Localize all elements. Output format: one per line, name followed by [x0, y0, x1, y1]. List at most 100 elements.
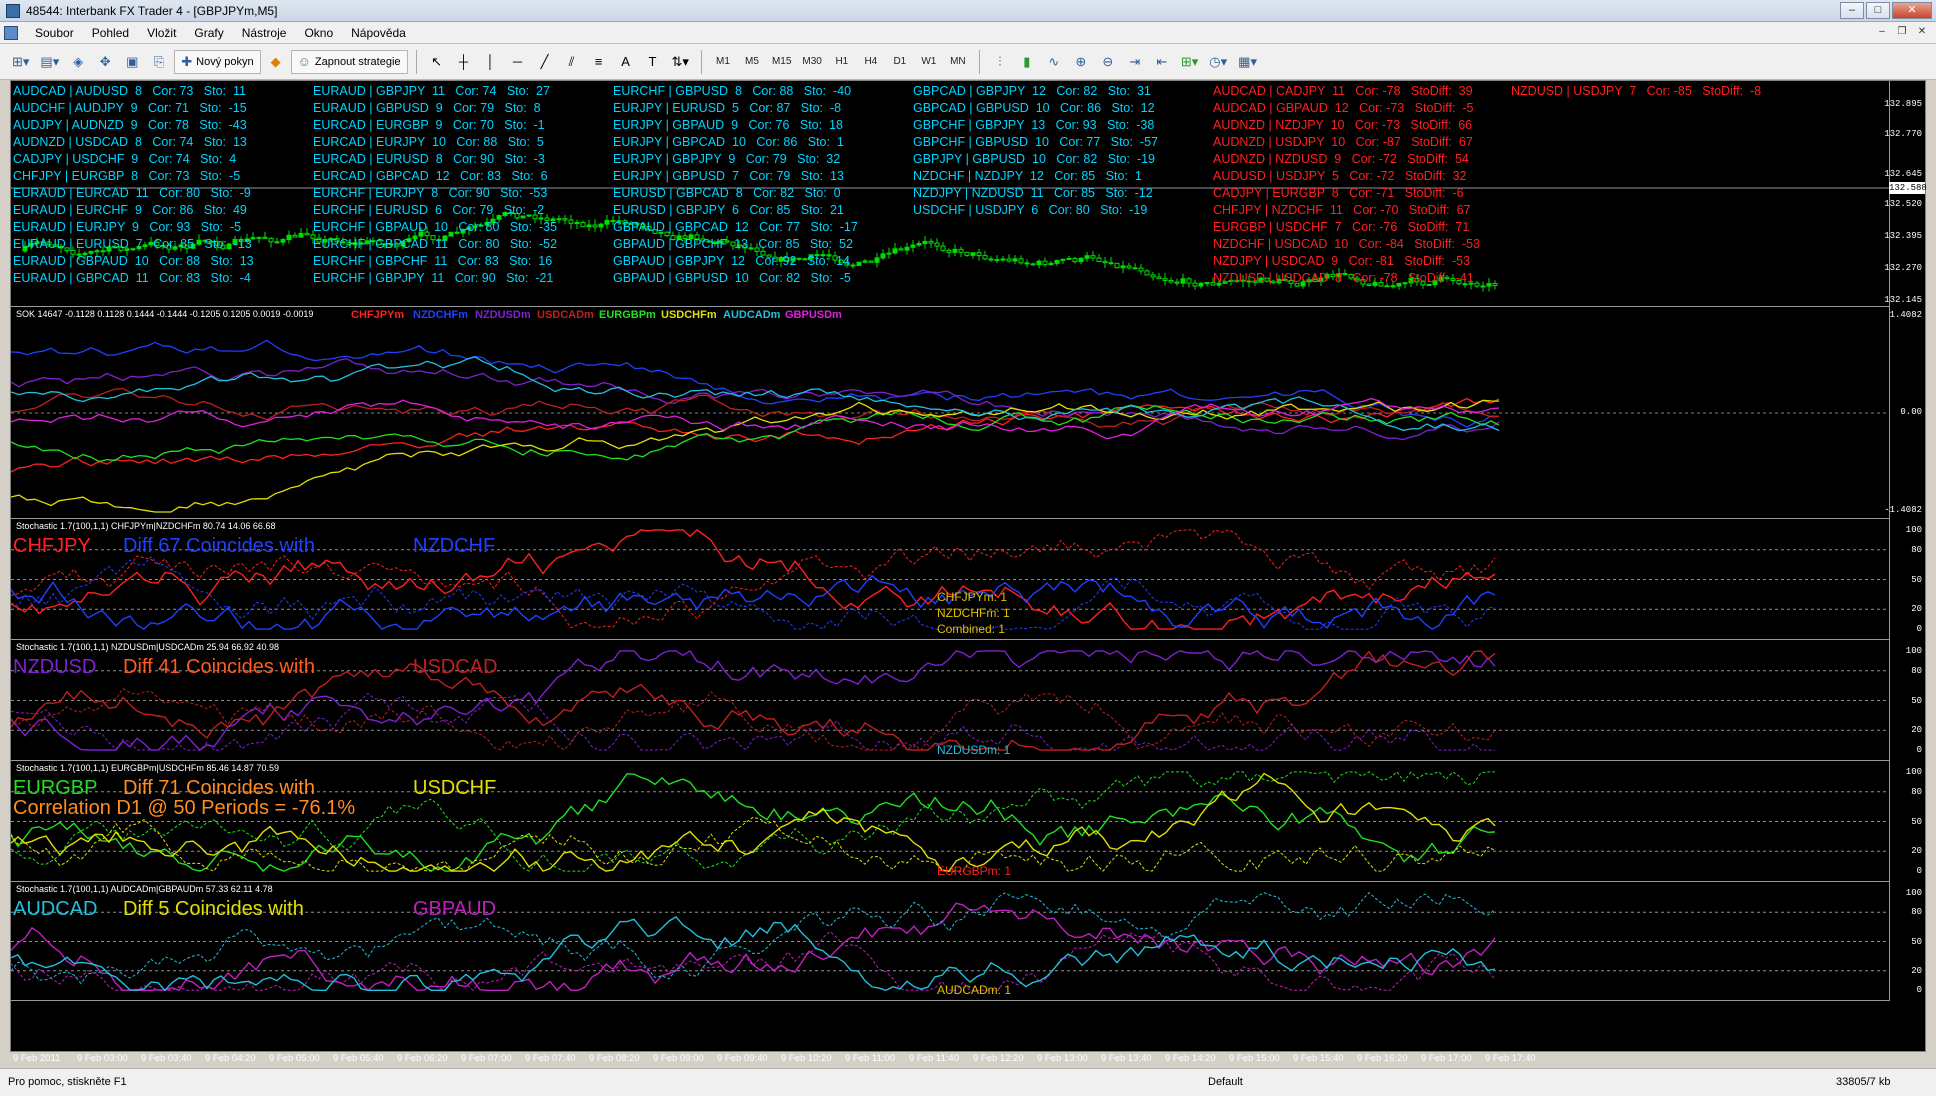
chart-window-icon[interactable]: [4, 25, 18, 40]
line-chart-button[interactable]: ∿: [1042, 50, 1066, 74]
chart-window[interactable]: AUDCAD | AUDUSD 8 Cor: 73 Sto: 11 AUDCHF …: [10, 80, 1927, 1064]
mdi-close-button[interactable]: ✕: [1914, 25, 1930, 40]
periods-button[interactable]: ◷▾: [1205, 50, 1231, 74]
timeframe-m15[interactable]: M15: [768, 50, 795, 74]
maximize-button[interactable]: □: [1866, 2, 1890, 19]
toolbar-separator: [978, 49, 980, 74]
stochastic-pane[interactable]: Stochastic 1.7(100,1,1) NZDUSDm|USDCADm …: [11, 640, 1891, 761]
bar-chart-button[interactable]: ⫶: [988, 50, 1012, 74]
text-tool[interactable]: A: [614, 50, 638, 74]
trendline-tool[interactable]: ╱: [533, 50, 557, 74]
expert-advisors-button[interactable]: ☺ Zapnout strategie: [290, 49, 408, 74]
correlation-row: AUDNZD | NZDJPY 10 Cor: -73 StoDiff: 66: [1213, 118, 1473, 132]
coincides-label: Diff 5 Coincides with: [123, 898, 304, 920]
autoscroll-icon: ⇥: [1129, 53, 1141, 69]
zoom-in-button[interactable]: ⊕: [1069, 50, 1093, 74]
menu-help[interactable]: Nápověda: [342, 26, 415, 40]
candlestick-icon: ▮: [1023, 53, 1031, 69]
menu-tools[interactable]: Nástroje: [233, 26, 296, 40]
label-tool[interactable]: T: [641, 50, 665, 74]
stochastic-level: 100: [1905, 645, 1922, 656]
candle-body: [1486, 283, 1492, 287]
status-note: NZDCHFm: 1: [937, 606, 1010, 620]
time-label: 9 Feb 09:40: [717, 1053, 768, 1064]
correlation-row: AUDCHF | AUDJPY 9 Cor: 71 Sto: -15: [13, 101, 247, 115]
candle-body: [1120, 265, 1126, 269]
timeframe-h4[interactable]: H4: [858, 50, 884, 74]
stochastic-pane[interactable]: Stochastic 1.7(100,1,1) AUDCADm|GBPAUDm …: [11, 882, 1891, 1001]
correlation-row: NZDUSD | USDJPY 7 Cor: -85 StoDiff: -8: [1511, 84, 1762, 98]
timeframe-m5[interactable]: M5: [739, 50, 765, 74]
price-pane[interactable]: AUDCAD | AUDUSD 8 Cor: 73 Sto: 11 AUDCHF …: [11, 81, 1891, 307]
autoscroll-button[interactable]: ⇥: [1123, 50, 1147, 74]
status-note: Combined: 1: [937, 622, 1006, 636]
correlation-column-2: EURAUD | GBPJPY 11 Cor: 74 Sto: 27 EURAUD…: [313, 83, 557, 287]
candle-body: [556, 218, 562, 221]
correlation-row: EURJPY | GBPAUD 9 Cor: 76 Sto: 18: [613, 118, 843, 132]
market-watch-button[interactable]: ◈: [66, 50, 90, 74]
candle-body: [1012, 258, 1018, 262]
menu-file[interactable]: Soubor: [26, 26, 83, 40]
stochastic-level: 50: [1911, 574, 1922, 585]
app-icon: [6, 3, 20, 18]
candle-body: [952, 248, 958, 253]
vertical-line-tool[interactable]: │: [479, 50, 503, 74]
stochastic-level: 0: [1916, 745, 1922, 756]
profiles-icon: ▤▾: [40, 53, 60, 69]
templates-button[interactable]: ▦▾: [1234, 50, 1261, 74]
arrows-tool[interactable]: ⇅▾: [668, 50, 693, 74]
profiles-button[interactable]: ▤▾: [36, 50, 63, 74]
time-label: 9 Feb 15:40: [1293, 1053, 1344, 1064]
time-label: 9 Feb 14:20: [1165, 1053, 1216, 1064]
stochastic-level: 100: [1905, 524, 1922, 535]
correlation-row: EURUSD | GBPCAD 8 Cor: 82 Sto: 0: [613, 186, 841, 200]
timeframe-h1[interactable]: H1: [829, 50, 855, 74]
tester-button[interactable]: ⎘: [147, 50, 171, 74]
menu-view[interactable]: Pohled: [83, 26, 138, 40]
menu-insert[interactable]: Vložit: [138, 26, 185, 40]
stochastic-pane[interactable]: Stochastic 1.7(100,1,1) EURGBPm|USDCHFm …: [11, 761, 1891, 882]
menu-window[interactable]: Okno: [295, 26, 342, 40]
new-order-button[interactable]: ✚ Nový pokyn: [174, 49, 261, 74]
zoom-out-button[interactable]: ⊖: [1096, 50, 1120, 74]
terminal-button[interactable]: ▣: [120, 50, 144, 74]
time-axis: 9 Feb 2011 9 Feb 03:00 9 Feb 03:40 9 Feb 04…: [11, 1053, 1891, 1067]
templates-icon: ▦▾: [1238, 53, 1257, 69]
minimize-button[interactable]: –: [1840, 2, 1864, 19]
candlestick-button[interactable]: ▮: [1015, 50, 1039, 74]
pair-2-label: GBPAUD: [413, 898, 496, 920]
timeframe-m30[interactable]: M30: [798, 50, 825, 74]
timeframe-m1[interactable]: M1: [710, 50, 736, 74]
menu-charts[interactable]: Grafy: [185, 26, 232, 40]
metaeditor-button[interactable]: ◆: [264, 50, 288, 74]
indicators-button[interactable]: ⊞▾: [1177, 50, 1202, 74]
candle-body: [1168, 279, 1174, 283]
channel-tool[interactable]: ⫽: [560, 50, 584, 74]
new-chart-button[interactable]: ⊞▾: [8, 50, 33, 74]
navigator-button[interactable]: ✥: [93, 50, 117, 74]
horizontal-line-tool[interactable]: ─: [506, 50, 530, 74]
candle-body: [1024, 262, 1030, 265]
timeframe-d1[interactable]: D1: [887, 50, 913, 74]
stochastic-series-line: [11, 556, 1496, 630]
sok-indicator-pane[interactable]: SOK 14647 -0.1128 0.1128 0.1444 -0.1444 …: [11, 307, 1891, 519]
crosshair-tool[interactable]: ┼: [452, 50, 476, 74]
mdi-minimize-button[interactable]: –: [1874, 25, 1890, 40]
timeframe-w1[interactable]: W1: [916, 50, 942, 74]
time-label: 9 Feb 11:40: [909, 1053, 960, 1064]
close-button[interactable]: ✕: [1892, 2, 1932, 19]
status-bar: Pro pomoc, stiskněte F1 Default 33805/7 …: [0, 1068, 1936, 1096]
fibonacci-tool[interactable]: ≡: [587, 50, 611, 74]
candle-body: [970, 252, 976, 256]
mdi-restore-button[interactable]: ❐: [1894, 25, 1910, 40]
candle-body: [256, 236, 262, 239]
chart-shift-button[interactable]: ⇤: [1150, 50, 1174, 74]
stochastic-pane[interactable]: Stochastic 1.7(100,1,1) CHFJPYm|NZDCHFm …: [11, 519, 1891, 640]
correlation-row: EURCHF | EURUSD 6 Cor: 79 Sto: -2: [313, 203, 545, 217]
candle-body: [1192, 282, 1198, 287]
cursor-tool[interactable]: ↖: [425, 50, 449, 74]
timeframe-mn[interactable]: MN: [945, 50, 971, 74]
correlation-row: EURCHF | GBPUSD 8 Cor: 88 Sto: -40: [613, 84, 852, 98]
correlation-row: EURJPY | GBPCAD 10 Cor: 86 Sto: 1: [613, 135, 844, 149]
candle-body: [1054, 259, 1060, 264]
